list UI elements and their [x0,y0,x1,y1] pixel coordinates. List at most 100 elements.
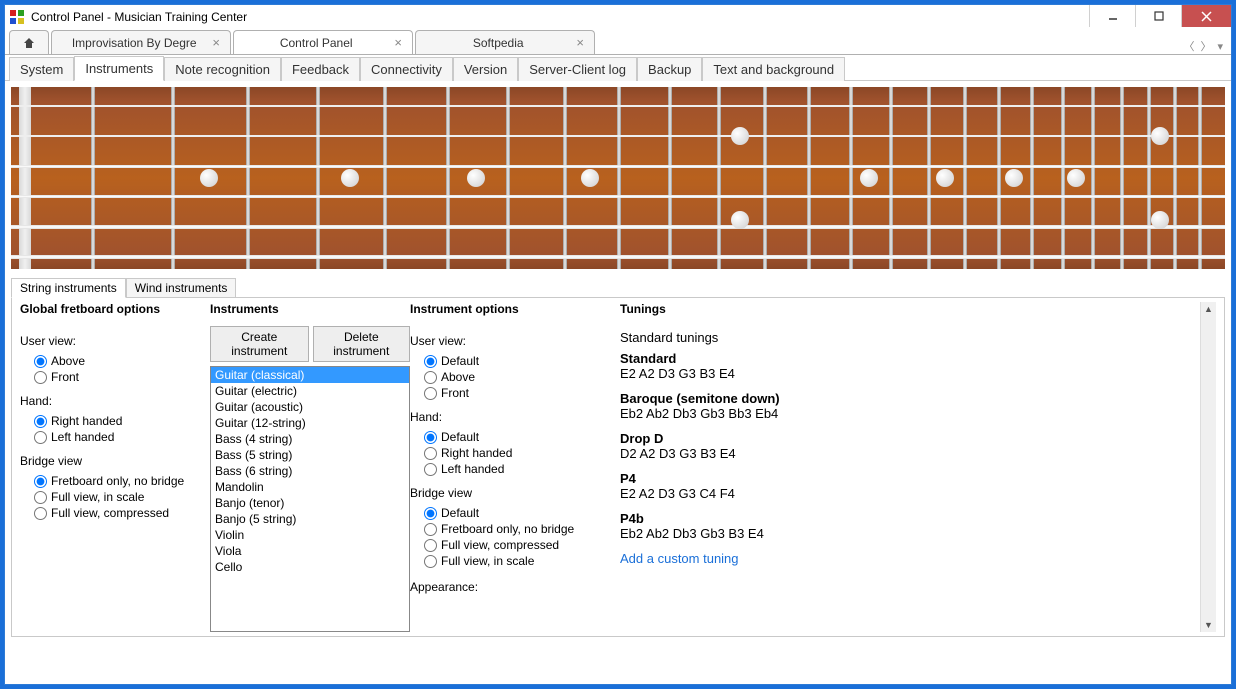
radio-option[interactable]: Above [34,354,210,368]
home-tab[interactable] [9,30,49,54]
sub-tab[interactable]: Connectivity [360,57,453,81]
radio-label: Default [441,354,479,368]
radio-input[interactable] [424,447,437,460]
radio-input[interactable] [424,463,437,476]
tab-menu-icon[interactable]: ▾ [1217,40,1223,53]
radio-input[interactable] [34,491,47,504]
radio-input[interactable] [424,355,437,368]
instrument-type-tab[interactable]: Wind instruments [126,278,237,298]
radio-label: Above [51,354,85,368]
radio-input[interactable] [424,431,437,444]
appearance-label: Appearance: [410,580,620,594]
list-item[interactable]: Banjo (5 string) [211,511,409,527]
scroll-down-icon[interactable]: ▼ [1202,618,1215,632]
radio-option[interactable]: Right handed [34,414,210,428]
radio-option[interactable]: Right handed [424,446,620,460]
scroll-up-icon[interactable]: ▲ [1202,302,1215,316]
main-tab[interactable]: Control Panel× [233,30,413,54]
instrument-type-tab[interactable]: String instruments [11,278,126,298]
close-button[interactable] [1181,5,1231,27]
list-item[interactable]: Bass (5 string) [211,447,409,463]
list-item[interactable]: Mandolin [211,479,409,495]
tuning-item[interactable]: Drop DD2 A2 D3 G3 B3 E4 [620,431,1192,461]
radio-input[interactable] [424,387,437,400]
tuning-name: P4b [620,511,1192,526]
radio-option[interactable]: Full view, compressed [424,538,620,552]
sub-tab[interactable]: Instruments [74,56,164,81]
list-item[interactable]: Cello [211,559,409,575]
global-heading: Global fretboard options [20,302,210,316]
sub-tab[interactable]: Text and background [702,57,845,81]
tunings-section-label: Standard tunings [620,330,1192,345]
tuning-item[interactable]: P4E2 A2 D3 G3 C4 F4 [620,471,1192,501]
radio-label: Right handed [441,446,512,460]
list-item[interactable]: Guitar (electric) [211,383,409,399]
close-tab-icon[interactable]: × [576,35,584,50]
close-tab-icon[interactable]: × [212,35,220,50]
radio-label: Right handed [51,414,122,428]
radio-input[interactable] [34,507,47,520]
radio-option[interactable]: Front [424,386,620,400]
instruments-column: Instruments Create instrument Delete ins… [210,302,410,632]
fretboard[interactable] [11,87,1225,269]
radio-input[interactable] [34,415,47,428]
sub-tab[interactable]: Server-Client log [518,57,637,81]
create-instrument-button[interactable]: Create instrument [210,326,309,362]
opt-hand-label: Hand: [410,410,620,424]
list-item[interactable]: Bass (4 string) [211,431,409,447]
list-item[interactable]: Guitar (12-string) [211,415,409,431]
main-tab[interactable]: Improvisation By Degre × [51,30,231,54]
tab-next-icon[interactable]: 〉 [1200,38,1211,54]
sub-tab[interactable]: Feedback [281,57,360,81]
tuning-notes: Eb2 Ab2 Db3 Gb3 Bb3 Eb4 [620,406,1192,421]
radio-option[interactable]: Left handed [34,430,210,444]
radio-option[interactable]: Fretboard only, no bridge [424,522,620,536]
radio-input[interactable] [424,523,437,536]
list-item[interactable]: Violin [211,527,409,543]
tuning-item[interactable]: P4bEb2 Ab2 Db3 Gb3 B3 E4 [620,511,1192,541]
radio-option[interactable]: Default [424,506,620,520]
sub-tab[interactable]: Backup [637,57,702,81]
list-item[interactable]: Banjo (tenor) [211,495,409,511]
radio-input[interactable] [424,555,437,568]
sub-tab[interactable]: Version [453,57,518,81]
radio-option[interactable]: Front [34,370,210,384]
radio-option[interactable]: Full view, in scale [34,490,210,504]
main-tab[interactable]: Softpedia× [415,30,595,54]
options-heading: Instrument options [410,302,620,316]
close-tab-icon[interactable]: × [394,35,402,50]
radio-input[interactable] [34,431,47,444]
tab-prev-icon[interactable]: 〈 [1183,38,1194,54]
radio-input[interactable] [34,475,47,488]
radio-input[interactable] [424,539,437,552]
list-item[interactable]: Bass (6 string) [211,463,409,479]
radio-option[interactable]: Default [424,430,620,444]
radio-input[interactable] [34,355,47,368]
add-custom-tuning-link[interactable]: Add a custom tuning [620,551,1192,566]
radio-input[interactable] [34,371,47,384]
tuning-item[interactable]: Baroque (semitone down)Eb2 Ab2 Db3 Gb3 B… [620,391,1192,421]
radio-option[interactable]: Left handed [424,462,620,476]
instrument-listbox[interactable]: Guitar (classical)Guitar (electric)Guita… [210,366,410,632]
main-tab-label: Improvisation By Degre [66,36,202,50]
list-item[interactable]: Guitar (classical) [211,367,409,383]
home-icon [22,36,36,50]
radio-option[interactable]: Full view, compressed [34,506,210,520]
tunings-scrollbar[interactable]: ▲ ▼ [1200,302,1216,632]
window-title: Control Panel - Musician Training Center [31,10,1227,24]
radio-option[interactable]: Above [424,370,620,384]
instrument-type-tabs: String instrumentsWind instruments [11,275,1225,297]
tuning-item[interactable]: StandardE2 A2 D3 G3 B3 E4 [620,351,1192,381]
radio-input[interactable] [424,507,437,520]
radio-option[interactable]: Default [424,354,620,368]
list-item[interactable]: Guitar (acoustic) [211,399,409,415]
list-item[interactable]: Viola [211,543,409,559]
delete-instrument-button[interactable]: Delete instrument [313,326,410,362]
radio-option[interactable]: Full view, in scale [424,554,620,568]
minimize-button[interactable] [1089,5,1135,27]
radio-option[interactable]: Fretboard only, no bridge [34,474,210,488]
radio-input[interactable] [424,371,437,384]
sub-tab[interactable]: Note recognition [164,57,281,81]
maximize-button[interactable] [1135,5,1181,27]
sub-tab[interactable]: System [9,57,74,81]
